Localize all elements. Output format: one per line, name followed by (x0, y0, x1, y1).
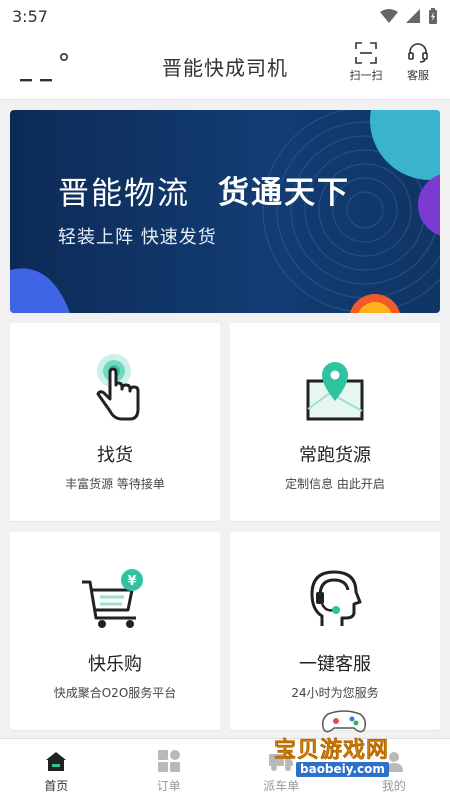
map-pin-icon (306, 362, 364, 421)
grid-icon (157, 750, 180, 772)
battery-icon (429, 8, 437, 24)
banner-title-bold: 货通天下 (218, 175, 350, 211)
find-goods-title: 找货 (97, 445, 133, 466)
happy-shopping-title: 快乐购 (88, 654, 142, 675)
watermark-text: 宝贝游戏网 (274, 738, 390, 764)
customer-service-title: 一键客服 (299, 654, 371, 675)
tab-home-label: 首页 (44, 779, 69, 793)
promo-banner[interactable]: 晋能物流 货通天下 轻装上阵 快速发货 (10, 110, 440, 313)
find-goods-subtitle: 丰富货源 等待接单 (65, 477, 165, 491)
customer-service-card[interactable]: 一键客服 24小时为您服务 (230, 532, 440, 730)
hand-tap-icon (96, 354, 140, 421)
tab-mine-label: 我的 (381, 779, 406, 793)
status-icons (380, 8, 438, 24)
app-logo-icon (20, 52, 68, 82)
app-header: 晋能快成司机 扫一扫 客服 (0, 32, 450, 100)
site-watermark: 宝贝游戏网 baobeiy.com (274, 706, 424, 778)
regular-source-card[interactable]: 常跑货源 定制信息 由此开启 (230, 323, 440, 521)
service-label: 客服 (407, 69, 429, 82)
svg-text:¥: ¥ (127, 574, 136, 589)
home-icon (46, 752, 67, 771)
status-time: 3:57 (12, 6, 48, 26)
customer-service-button[interactable]: 客服 (398, 42, 438, 83)
headset-person-icon (310, 570, 362, 626)
signal-icon (406, 9, 420, 23)
regular-source-subtitle: 定制信息 由此开启 (285, 477, 385, 491)
scan-label: 扫一扫 (349, 69, 383, 82)
watermark-url: baobeiy.com (296, 762, 389, 777)
banner-subtitle: 轻装上阵 快速发货 (58, 227, 217, 248)
headset-icon (408, 43, 428, 63)
shopping-cart-icon: ¥ (82, 569, 143, 628)
regular-source-title: 常跑货源 (299, 445, 371, 466)
customer-service-subtitle: 24小时为您服务 (291, 686, 379, 700)
tab-home[interactable]: 首页 (0, 739, 113, 800)
happy-shopping-subtitle: 快成聚合O2O服务平台 (53, 686, 177, 700)
scan-button[interactable]: 扫一扫 (346, 42, 386, 83)
banner-title: 晋能物流 (58, 176, 190, 212)
happy-shopping-card[interactable]: ¥ 快乐购 快成聚合O2O服务平台 (10, 532, 220, 730)
wifi-icon (380, 9, 398, 23)
tab-dispatch-label: 派车单 (263, 779, 300, 793)
tab-orders-label: 订单 (156, 779, 181, 793)
status-bar: 3:57 (0, 0, 450, 32)
find-goods-card[interactable]: 找货 丰富货源 等待接单 (10, 323, 220, 521)
tab-orders[interactable]: 订单 (113, 739, 226, 800)
scan-icon (355, 42, 377, 64)
